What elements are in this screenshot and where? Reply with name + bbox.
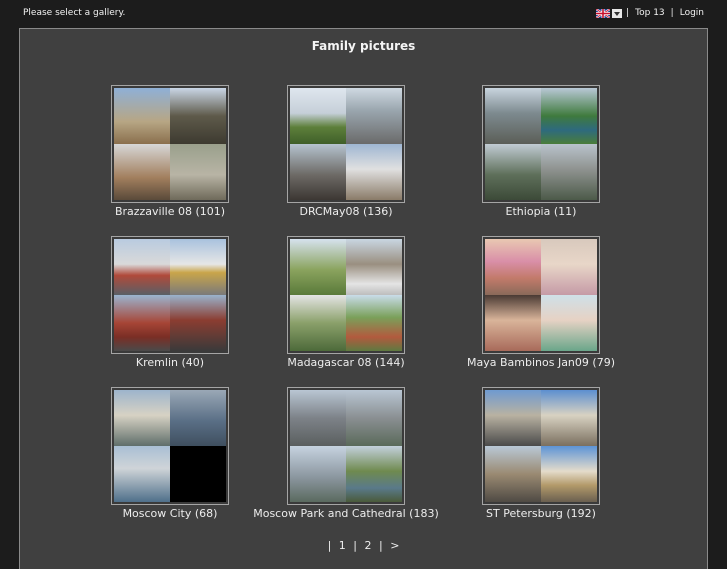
status-text: Please select a gallery.: [23, 8, 126, 18]
separator: |: [327, 539, 332, 552]
top13-link[interactable]: Top 13: [635, 8, 665, 18]
page-title: Family pictures: [311, 39, 416, 53]
album-thumbnail[interactable]: [482, 85, 600, 203]
album-caption[interactable]: Madagascar 08 (144): [251, 356, 441, 369]
album-thumbnail[interactable]: [482, 236, 600, 354]
album-caption[interactable]: ST Petersburg (192): [446, 507, 636, 520]
top-bar: Please select a gallery. | Top 13 | Logi…: [0, 0, 727, 26]
pagination: | 1 | 2 | >: [20, 539, 707, 552]
separator: |: [626, 8, 630, 18]
login-link[interactable]: Login: [680, 8, 704, 18]
page-link-2[interactable]: 2: [365, 539, 372, 552]
album-thumbnail[interactable]: [111, 387, 229, 505]
uk-flag-icon[interactable]: [596, 8, 611, 18]
album-caption[interactable]: DRCMay08 (136): [251, 205, 441, 218]
album-caption[interactable]: Brazzaville 08 (101): [75, 205, 265, 218]
chevron-down-icon[interactable]: [612, 8, 623, 18]
separator: |: [670, 8, 674, 18]
top-right-menu: | Top 13 | Login: [596, 8, 704, 18]
separator: |: [353, 539, 357, 552]
album-caption[interactable]: Moscow City (68): [75, 507, 265, 520]
next-page-link[interactable]: >: [390, 539, 399, 552]
album-caption[interactable]: Maya Bambinos Jan09 (79): [446, 356, 636, 369]
gallery-panel: Family pictures Brazzaville 08 (101) DRC…: [19, 28, 708, 569]
album-caption[interactable]: Kremlin (40): [75, 356, 265, 369]
album-thumbnail[interactable]: [111, 236, 229, 354]
page-link-1[interactable]: 1: [339, 539, 346, 552]
album-thumbnail[interactable]: [287, 387, 405, 505]
album-caption[interactable]: Ethiopia (11): [446, 205, 636, 218]
album-thumbnail[interactable]: [287, 236, 405, 354]
separator: |: [379, 539, 383, 552]
album-thumbnail[interactable]: [111, 85, 229, 203]
album-thumbnail[interactable]: [482, 387, 600, 505]
album-thumbnail[interactable]: [287, 85, 405, 203]
album-caption[interactable]: Moscow Park and Cathedral (183): [251, 507, 441, 520]
